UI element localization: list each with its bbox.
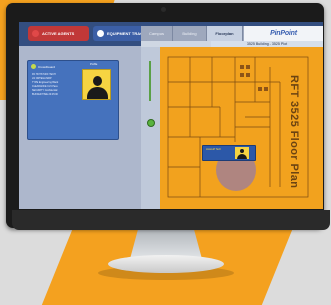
tab-building[interactable]: Building <box>173 26 207 41</box>
app-screen: ACTIVE AGENTS EQUIPMENT TRACKING Campus … <box>19 22 323 209</box>
active-agents-button[interactable]: ACTIVE AGENTS <box>28 26 89 41</box>
pin-avatar <box>235 147 249 159</box>
agent-detail-line: FN HOTSTUFF TECH <box>32 73 56 76</box>
floor-plan: RFT 3525 Floor Plan Hotstuff Tech <box>160 47 323 209</box>
agent-photo-avatar <box>82 69 111 100</box>
agent-card[interactable]: CrowdGuard Profile FN HOTSTUFF TECH LN O… <box>27 60 119 140</box>
agent-detail-line: BUFFER TIME 20:45:00 <box>32 93 58 96</box>
monitor-chin <box>12 210 330 230</box>
alert-dot-icon <box>32 30 39 37</box>
floorplan-map[interactable]: 3525 Building - 3525 Plot RFT 3525 Floor… <box>141 41 323 209</box>
agent-location-pin[interactable]: Hotstuff Tech <box>202 145 256 161</box>
tracking-dot-icon <box>97 30 104 37</box>
view-tabs: Campus Building Floorplan PinPoint <box>141 26 323 41</box>
camera-icon <box>161 7 166 12</box>
agent-detail-line: TYPE Engineering Black <box>32 81 59 84</box>
tab-floorplan[interactable]: Floorplan <box>207 26 243 41</box>
agents-panel: CrowdGuard Profile FN HOTSTUFF TECH LN O… <box>19 46 141 209</box>
floor-plan-title: RFT 3525 Floor Plan <box>288 75 300 189</box>
zoom-slider-track[interactable] <box>149 61 151 101</box>
tab-campus[interactable]: Campus <box>141 26 173 41</box>
person-silhouette-icon <box>93 76 102 86</box>
monitor-bezel: ACTIVE AGENTS EQUIPMENT TRACKING Campus … <box>6 3 330 230</box>
brand-logo: PinPoint <box>244 26 323 41</box>
monitor-stand-base <box>108 255 224 273</box>
agent-card-title: CrowdGuard <box>38 64 56 69</box>
status-dot-icon <box>31 64 36 69</box>
zoom-sidebar <box>141 47 160 209</box>
zoom-slider-knob[interactable] <box>147 119 155 127</box>
active-agents-label: ACTIVE AGENTS <box>42 31 75 36</box>
agent-detail-line: SECURITY Confidential <box>32 89 58 92</box>
agent-detail-line: LN ORTEGA MRP <box>32 77 52 80</box>
profile-badge-label: Profile <box>90 63 98 66</box>
person-silhouette-icon <box>240 149 244 153</box>
agent-detail-line: CLEARANCE CL5 Pass <box>32 85 58 88</box>
agent-card-header: CrowdGuard <box>31 63 55 70</box>
pin-label: Hotstuff Tech <box>206 148 222 151</box>
